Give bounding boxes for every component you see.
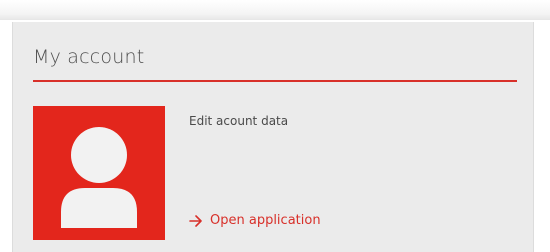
open-application-label: Open application [210,213,321,228]
my-account-card: My account Edit acount data Open applica… [12,22,534,252]
top-shadow-strip [0,0,550,20]
account-description: Edit acount data [189,114,289,128]
card-title: My account [33,46,145,68]
arrow-right-icon [189,214,202,227]
avatar [33,106,165,240]
title-divider [33,80,517,82]
user-silhouette-icon [61,127,137,228]
open-application-link[interactable]: Open application [189,213,321,228]
